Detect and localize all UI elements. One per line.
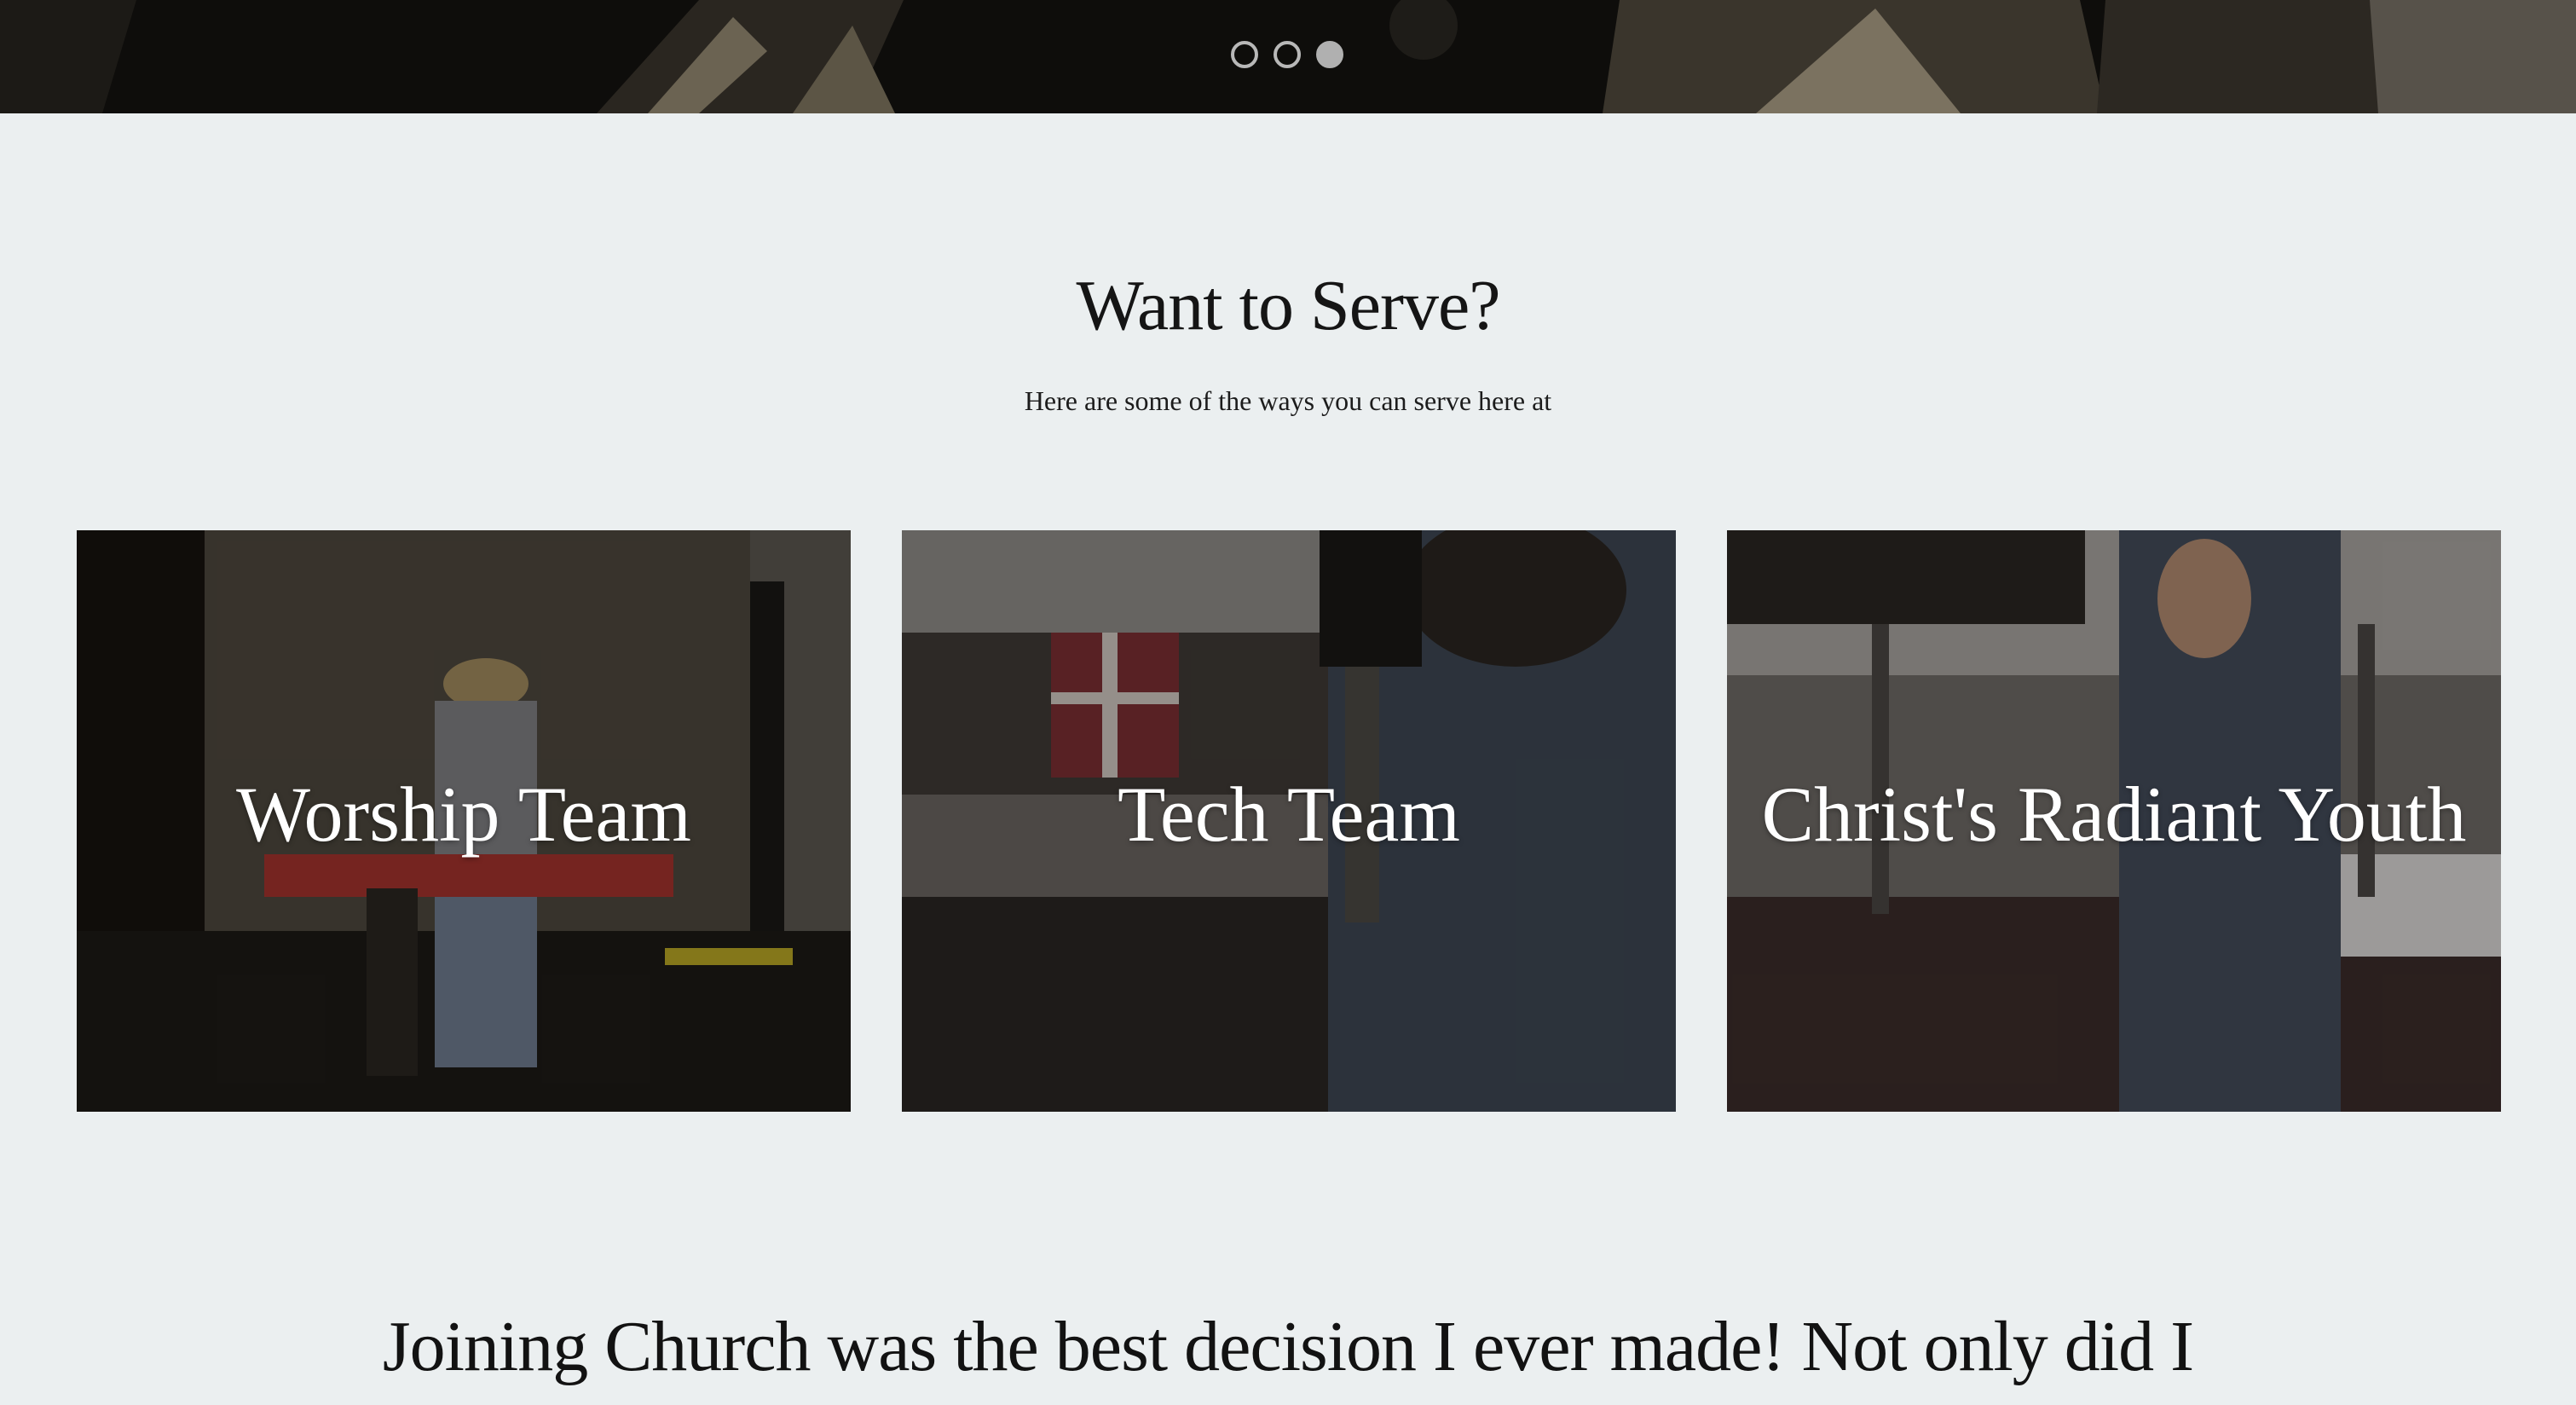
carousel-dots [1231,41,1343,68]
section-subtitle: Here are some of the ways you can serve … [1024,385,1552,416]
testimonial-quote: Joining Church was the best decision I e… [382,1307,2194,1386]
card-label: Tech Team [1118,771,1460,858]
carousel-dot-2[interactable] [1274,41,1301,68]
card-youth[interactable]: Christ's Radiant Youth [1727,530,2501,1112]
hero-banner [0,0,2576,113]
section-title: Want to Serve? [1076,266,1500,345]
card-label: Worship Team [236,771,691,858]
carousel-dot-1[interactable] [1231,41,1258,68]
card-tech-team[interactable]: Tech Team [902,530,1676,1112]
card-worship-team[interactable]: Worship Team [77,530,851,1112]
card-label: Christ's Radiant Youth [1761,771,2467,858]
carousel-dot-3[interactable] [1316,41,1343,68]
